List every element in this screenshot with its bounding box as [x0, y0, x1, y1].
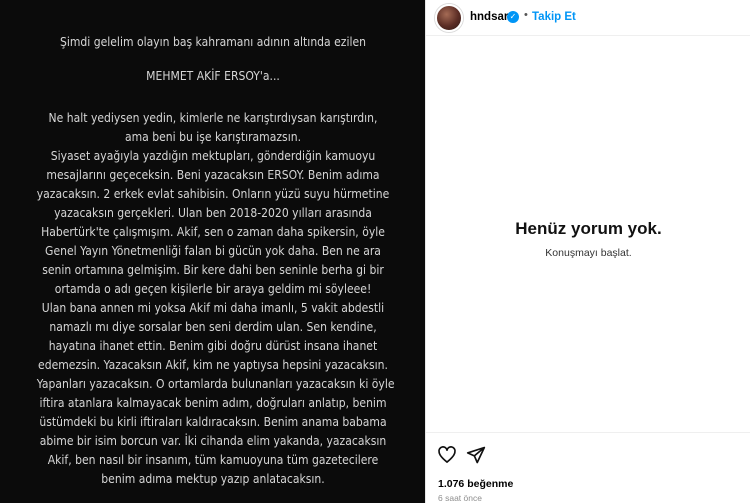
story-line: Ne halt yediysen yedin, kimlerle ne karı… — [48, 110, 378, 125]
story-line: Şimdi gelelim olayın baş kahramanı adını… — [59, 34, 367, 49]
likes-count[interactable]: 1.076 beğenme — [438, 478, 513, 490]
post-sidebar: hndsar ✓ • Takip Et Henüz yorum yok. Kon… — [425, 0, 750, 503]
no-comments-title: Henüz yorum yok. — [515, 219, 662, 238]
story-line: Akif, ben nasıl bir insanım, tüm kamuoyu… — [47, 452, 379, 467]
separator-dot: • — [524, 9, 528, 21]
follow-button[interactable]: Takip Et — [532, 11, 576, 23]
story-line: Siyaset ayağıyla yazdığın mektupları, gö… — [50, 148, 376, 163]
story-line: Ulan bana annen mi yoksa Akif mi daha im… — [41, 300, 385, 315]
story-line: abime bir isim borcun var. İki cihanda e… — [39, 433, 387, 448]
username[interactable]: hndsar — [470, 11, 508, 23]
story-line: yazacaksın. 2 erkek evlat sahibisin. Onl… — [36, 186, 390, 201]
story-line: üstümdeki bu kirli iftiraları kaldıracak… — [39, 414, 387, 429]
post-time: 6 saat önce — [438, 493, 482, 503]
story-line: MEHMET AKİF ERSOY'a... — [146, 68, 280, 83]
story-line: hayatına ihanet ettin. Benim gibi doğru … — [48, 338, 378, 353]
avatar[interactable] — [435, 4, 463, 32]
story-line: senin ortamına gelmişim. Bir kere dahi b… — [42, 262, 384, 277]
story-line: Habertürk'te çalışmışım. Akif, sen o zam… — [41, 224, 385, 239]
story-line: Genel Yayın Yönetmenliği falan bi gücün … — [45, 243, 381, 258]
post-actions: 1.076 beğenme 6 saat önce — [426, 432, 750, 503]
post-header: hndsar ✓ • Takip Et — [426, 0, 750, 36]
story-line: edemezsin. Yazacaksın Akif, kim ne yaptı… — [38, 357, 388, 372]
story-line: ortamda o adı geçen kişilerle bir araya … — [54, 281, 372, 296]
story-line: namazlı mı diye sorsalar ben seni derdim… — [49, 319, 377, 334]
verified-badge-icon: ✓ — [507, 11, 519, 23]
story-line: benim adıma mektup yazıp anlatacaksın. — [101, 471, 325, 486]
story-line: mesajlarını geçeceksin. Beni yazacaksın … — [46, 167, 380, 182]
heart-icon[interactable] — [437, 445, 457, 465]
start-conversation-text: Konuşmayı başlat. — [545, 247, 632, 259]
story-line: ama beni bu işe karıştıramazsın. — [124, 129, 302, 144]
story-image: Şimdi gelelim olayın baş kahramanı adını… — [0, 0, 425, 503]
story-line: iftira atanlara kalmayacak benim adım, d… — [39, 395, 387, 410]
story-line: Yapanları yazacaksın. O ortamlarda bulun… — [36, 376, 395, 391]
story-line: yazacaksın gerçekleri. Ulan ben 2018-202… — [54, 205, 372, 220]
paper-plane-icon[interactable] — [466, 445, 486, 465]
